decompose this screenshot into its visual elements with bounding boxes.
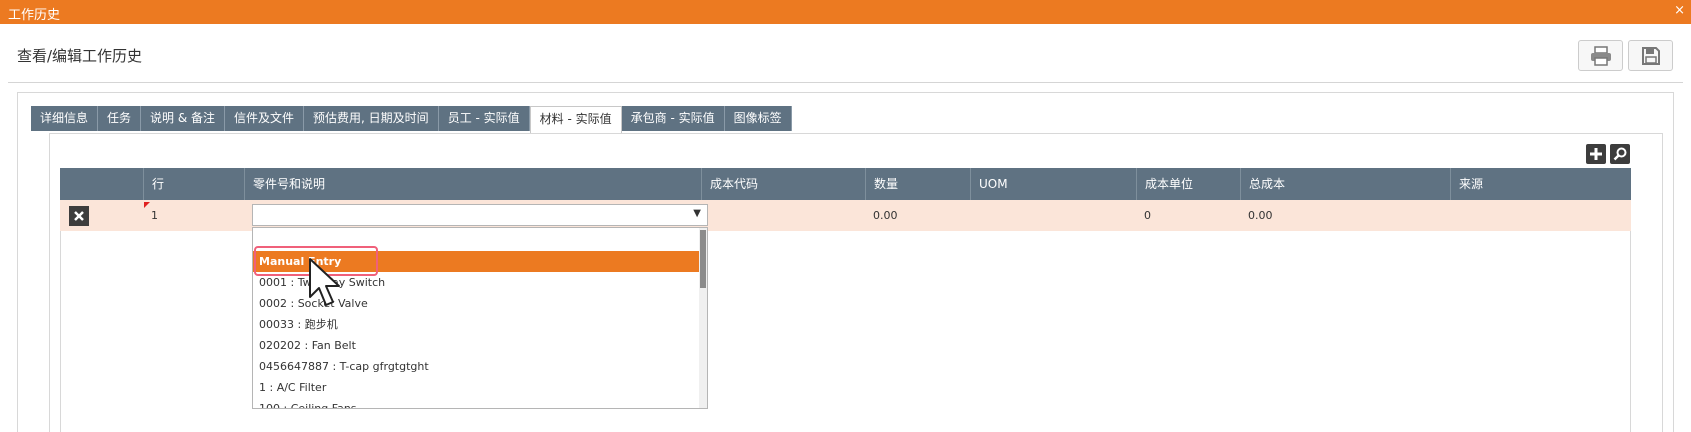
dropdown-option-empty[interactable]	[253, 228, 707, 251]
tab-contractor-actuals[interactable]: 承包商 - 实际值	[621, 106, 725, 131]
close-icon	[74, 211, 84, 221]
part-select[interactable]: ▼	[252, 204, 708, 226]
col-actions	[60, 168, 143, 200]
col-cost-code[interactable]: 成本代码	[701, 168, 865, 200]
col-total-cost[interactable]: 总成本	[1240, 168, 1450, 200]
tab-details[interactable]: 详细信息	[31, 106, 99, 131]
tab-tasks[interactable]: 任务	[98, 106, 142, 131]
col-uom[interactable]: UOM	[970, 168, 1136, 200]
save-button[interactable]	[1628, 40, 1673, 71]
tab-letters-files[interactable]: 信件及文件	[225, 106, 305, 131]
col-unit-cost[interactable]: 成本单位	[1136, 168, 1240, 200]
dropdown-option[interactable]: 0456647887 : T-cap gfrgtgtght	[253, 356, 707, 377]
plus-icon	[1590, 148, 1602, 160]
cell-uom[interactable]	[970, 200, 1136, 231]
dropdown-option[interactable]: 1 : A/C Filter	[253, 377, 707, 398]
tab-bar: 详细信息 任务 说明 & 备注 信件及文件 预估费用, 日期及时间 员工 - 实…	[31, 106, 792, 133]
dropdown-scrollbar[interactable]	[699, 228, 707, 408]
part-dropdown-list[interactable]: Manual Entry 0001 : Two Way Switch 0002 …	[252, 227, 708, 409]
window-title: 工作历史	[8, 8, 61, 23]
floppy-disk-icon	[1641, 46, 1660, 65]
col-source[interactable]: 来源	[1450, 168, 1631, 200]
printer-icon	[1590, 45, 1611, 66]
tab-notes[interactable]: 说明 & 备注	[141, 106, 226, 131]
tab-estimates[interactable]: 预估费用, 日期及时间	[304, 106, 439, 131]
chevron-down-icon[interactable]: ▼	[693, 208, 701, 219]
tab-image-tags[interactable]: 图像标签	[724, 106, 792, 131]
dropdown-option[interactable]: 0001 : Two Way Switch	[253, 272, 707, 293]
cell-source	[1450, 200, 1631, 231]
cell-total-cost: 0.00	[1248, 209, 1273, 222]
cell-unit-cost[interactable]: 0	[1136, 200, 1240, 231]
dropdown-option-manual-entry[interactable]: Manual Entry	[253, 251, 707, 272]
dropdown-option[interactable]: 100 : Ceiling Fans	[253, 398, 707, 408]
tab-labor-actuals[interactable]: 员工 - 实际值	[438, 106, 530, 131]
col-part-description[interactable]: 零件号和说明	[244, 168, 701, 200]
cell-quantity[interactable]: 0.00	[865, 200, 970, 231]
dropdown-option[interactable]: 020202 : Fan Belt	[253, 335, 707, 356]
window-titlebar: 工作历史 ×	[0, 0, 1691, 24]
dropdown-option[interactable]: 00033 : 跑步机	[253, 314, 707, 335]
cell-cost-code[interactable]	[701, 200, 865, 231]
col-quantity[interactable]: 数量	[865, 168, 970, 200]
page-title: 查看/编辑工作历史	[17, 47, 143, 65]
dropdown-scrollbar-thumb[interactable]	[700, 230, 706, 288]
tab-materials-actuals[interactable]: 材料 - 实际值	[529, 106, 622, 133]
magnifier-icon	[1613, 147, 1627, 161]
col-line[interactable]: 行	[143, 168, 244, 200]
print-button[interactable]	[1578, 40, 1623, 71]
header-divider	[8, 82, 1683, 83]
dropdown-option[interactable]: 0002 : Socket Valve	[253, 293, 707, 314]
search-button[interactable]	[1610, 144, 1630, 164]
cell-line: 1	[151, 209, 158, 222]
delete-row-button[interactable]	[69, 206, 89, 226]
add-row-button[interactable]	[1586, 144, 1606, 164]
grid-header: 行 零件号和说明 成本代码 数量 UOM 成本单位 总成本 来源	[60, 168, 1631, 200]
close-icon[interactable]: ×	[1674, 3, 1685, 19]
